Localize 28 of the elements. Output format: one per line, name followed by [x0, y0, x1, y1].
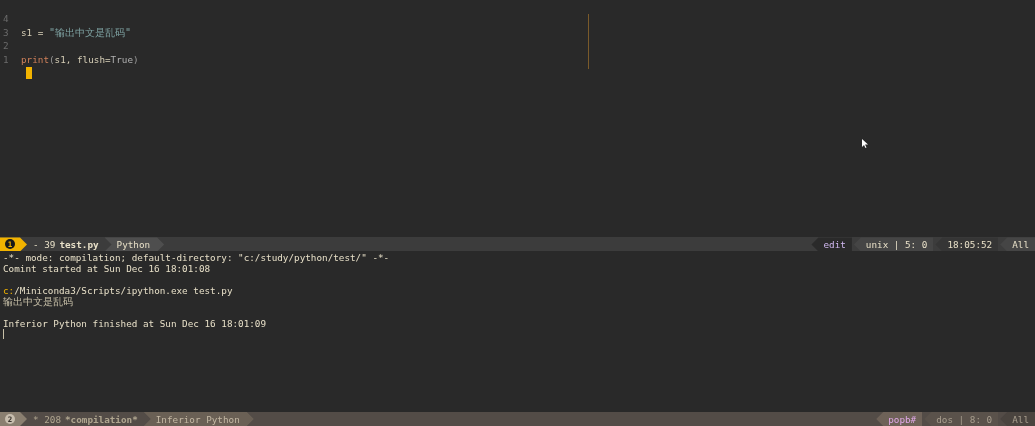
code-line: print(s1, flush=True)	[21, 52, 139, 67]
mode-line-info: dos | 8: 0	[924, 412, 999, 426]
major-mode: Inferior Python	[143, 412, 254, 426]
buffer-name: test.py	[58, 238, 100, 250]
mode-line-info: All	[1000, 412, 1035, 426]
major-mode: Python	[104, 237, 165, 252]
mode-line-info: unix | 5: 0	[853, 237, 934, 252]
line-number: 1	[2, 52, 10, 67]
compilation-line: -*- mode: compilation; default-directory: "c:/study/python/test/" -*-	[3, 252, 391, 264]
editor-state: edit	[811, 237, 852, 252]
compilation-line: Comint started at Sun Dec 16 18:01:08	[3, 263, 212, 275]
line-number: 2	[2, 39, 10, 53]
program-output: 输出中文是乱码	[3, 296, 73, 308]
buffer-state: * 208	[32, 413, 61, 425]
mode-line-info: All	[1000, 237, 1035, 252]
compilation-line: c:/Miniconda3/Scripts/ipython.exe test.py	[3, 285, 234, 297]
editor-state: popb#	[876, 412, 923, 426]
compilation-line: Inferior Python finished at Sun Dec 16 18:01:09	[3, 318, 268, 330]
text-cursor	[26, 67, 32, 80]
fill-column-indicator	[588, 14, 589, 69]
line-number: 4	[2, 12, 10, 26]
code-line: s1 = "输出中文是乱码"	[21, 25, 132, 40]
mode-line-info: 18:05:52	[935, 237, 999, 252]
mouse-pointer-icon	[862, 139, 868, 148]
buffer-state: - 39	[32, 238, 56, 250]
line-number: 3	[2, 25, 10, 40]
text-cursor	[3, 329, 4, 340]
buffer-name: *compilation*	[64, 413, 139, 425]
